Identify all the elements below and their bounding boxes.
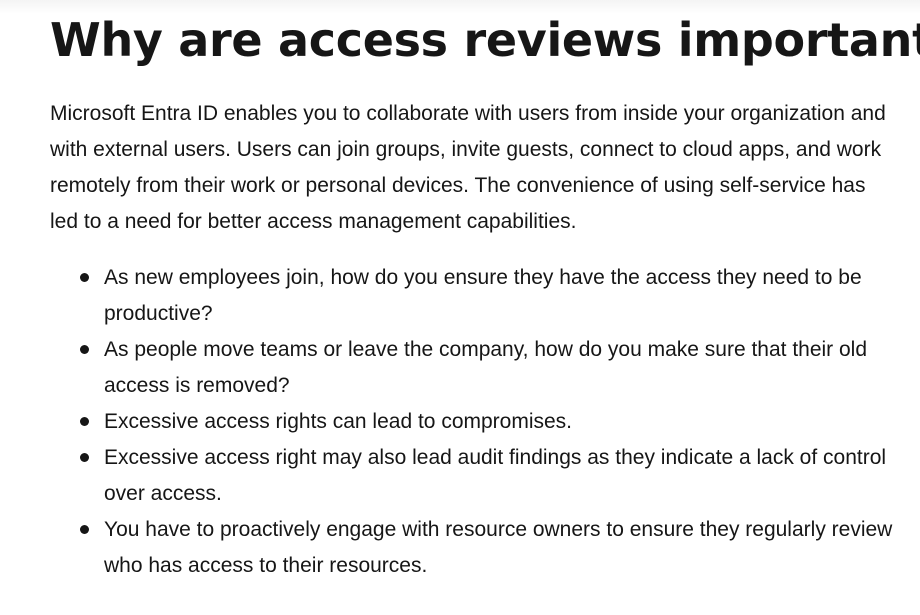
list-item-text: Excessive access rights can lead to comp…	[104, 410, 573, 433]
bullet-list: As new employees join, how do you ensure…	[50, 260, 894, 584]
bullet-icon	[80, 345, 89, 354]
list-item: Excessive access right may also lead aud…	[80, 440, 894, 512]
list-item: As people move teams or leave the compan…	[80, 332, 894, 404]
bullet-icon	[80, 273, 89, 282]
list-item-text: As people move teams or leave the compan…	[104, 338, 868, 397]
list-item: As new employees join, how do you ensure…	[80, 260, 894, 332]
list-item: Excessive access rights can lead to comp…	[80, 404, 894, 440]
page-title: Why are access reviews important?	[50, 13, 920, 67]
intro-paragraph: Microsoft Entra ID enables you to collab…	[50, 102, 886, 233]
list-item-text: As new employees join, how do you ensure…	[104, 266, 862, 325]
bullet-icon	[80, 525, 89, 534]
bullet-icon	[80, 453, 89, 462]
bullet-icon	[80, 417, 89, 426]
list-item: You have to proactively engage with reso…	[80, 512, 894, 584]
article-page: Why are access reviews important? Micros…	[0, 0, 920, 615]
list-item-text: You have to proactively engage with reso…	[104, 518, 893, 577]
list-item-text: Excessive access right may also lead aud…	[104, 446, 887, 505]
